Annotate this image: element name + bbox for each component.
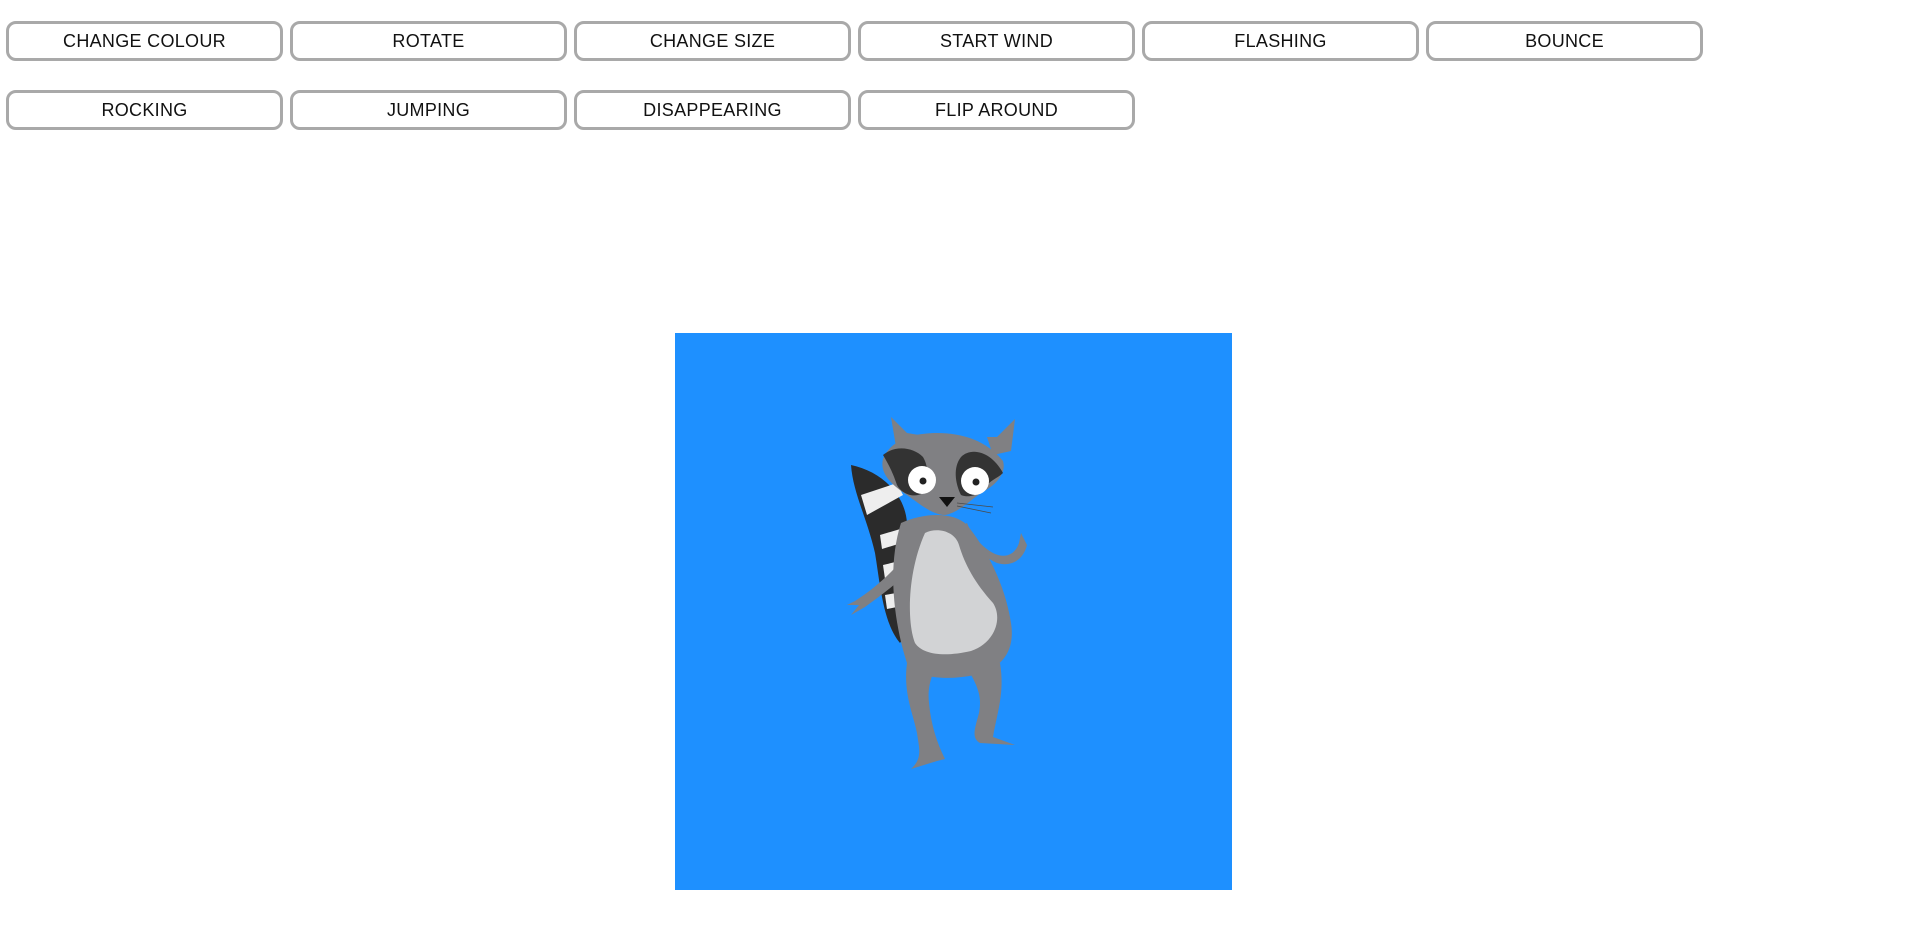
flashing-button[interactable]: FLASHING	[1142, 21, 1419, 61]
disappearing-button[interactable]: DISAPPEARING	[574, 90, 851, 130]
animation-controls: CHANGE COLOUR ROTATE CHANGE SIZE START W…	[6, 21, 1906, 159]
raccoon-right-pupil	[972, 478, 980, 486]
animation-stage	[675, 333, 1232, 890]
flip-around-button[interactable]: FLIP AROUND	[858, 90, 1135, 130]
raccoon-left-leg	[906, 663, 945, 769]
button-row-2: ROCKING JUMPING DISAPPEARING FLIP AROUND	[6, 90, 1906, 130]
button-row-1: CHANGE COLOUR ROTATE CHANGE SIZE START W…	[6, 21, 1906, 61]
start-wind-button[interactable]: START WIND	[858, 21, 1135, 61]
raccoon-left-pupil	[919, 477, 927, 485]
change-size-button[interactable]: CHANGE SIZE	[574, 21, 851, 61]
rocking-button[interactable]: ROCKING	[6, 90, 283, 130]
rotate-button[interactable]: ROTATE	[290, 21, 567, 61]
raccoon-illustration	[847, 417, 1027, 769]
jumping-button[interactable]: JUMPING	[290, 90, 567, 130]
bounce-button[interactable]: BOUNCE	[1426, 21, 1703, 61]
change-colour-button[interactable]: CHANGE COLOUR	[6, 21, 283, 61]
